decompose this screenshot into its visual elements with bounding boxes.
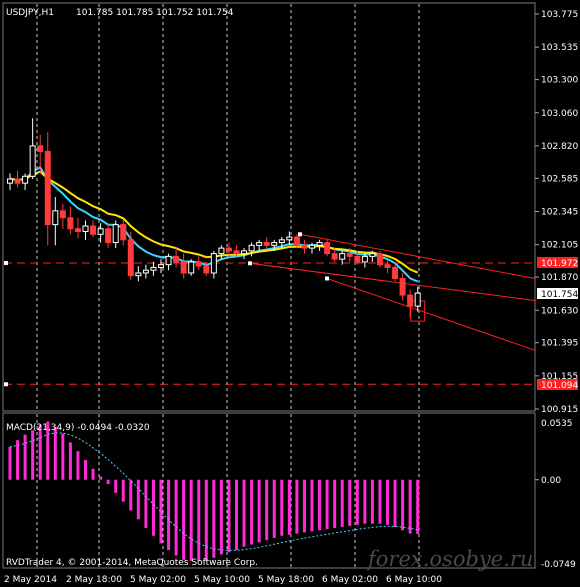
time-tick-label: 5 May 10:00	[194, 575, 250, 585]
candle-body	[324, 242, 331, 255]
time-tick-label: 2 May 18:00	[66, 575, 122, 585]
candle-body	[210, 253, 217, 274]
candle-body	[67, 217, 74, 230]
candle-body	[218, 247, 225, 255]
candle-body	[399, 277, 406, 296]
price-tick-label: 103.300	[541, 76, 578, 86]
candle-body	[271, 242, 278, 246]
time-axis: 2 May 2014 2 May 18:00 5 May 02:00 5 May 10…	[4, 575, 442, 585]
candle-body	[120, 224, 127, 241]
price-tick-label: 103.060	[541, 109, 578, 119]
low-line-price: 101.094	[541, 381, 578, 391]
candle-body	[233, 250, 240, 255]
price-tick-label: 100.915	[541, 405, 578, 415]
candle-body	[263, 242, 270, 246]
price-tick-label: 102.820	[541, 142, 578, 152]
candle-body	[278, 239, 285, 244]
macd-top-tick: 0.0535	[541, 419, 573, 429]
candle-body	[414, 292, 421, 307]
candle-body	[407, 294, 414, 307]
candle-body	[14, 178, 21, 184]
price-tick-label: 102.105	[541, 241, 578, 251]
time-tick-label: 5 May 02:00	[130, 575, 186, 585]
candle-body	[241, 250, 248, 255]
candle-body	[135, 272, 142, 277]
candle-body	[37, 145, 44, 152]
macd-bottom-tick: -0.0749	[541, 560, 576, 570]
candle-body	[97, 228, 104, 235]
candle-body	[127, 239, 134, 277]
price-tick-label: 103.775	[541, 10, 578, 20]
candle-body	[180, 261, 187, 274]
candle-body	[7, 178, 13, 184]
watermark: forex.osobye.ru	[366, 547, 533, 571]
time-tick-label: 5 May 18:00	[258, 575, 314, 585]
level-anchor	[4, 261, 8, 266]
candle-body	[90, 225, 97, 235]
time-tick-label: 6 May 02:00	[322, 575, 378, 585]
price-tick-label: 103.535	[541, 43, 578, 53]
time-tick-label: 6 May 10:00	[386, 575, 442, 585]
candle-body	[165, 255, 172, 266]
price-tick-label: 101.630	[541, 306, 578, 316]
candle-body	[384, 264, 391, 268]
candle-body	[105, 228, 112, 244]
candle-body	[248, 244, 255, 252]
price-tick-label: 101.395	[541, 339, 578, 349]
candle-body	[392, 266, 399, 279]
candle-body	[150, 266, 157, 271]
candle-body	[82, 225, 89, 233]
candle-body	[286, 236, 293, 241]
candle-body	[158, 264, 164, 268]
chart-symbol-label: USDJPY,H1	[6, 8, 54, 18]
candle-body	[346, 253, 353, 257]
candle-body	[301, 244, 308, 249]
candle-body	[195, 261, 202, 267]
candle-body	[309, 244, 315, 249]
channel-anchor	[298, 232, 302, 237]
price-tick-label: 102.585	[541, 174, 578, 184]
price-tick-label: 102.345	[541, 208, 578, 218]
candle-body	[74, 228, 81, 233]
candle-body	[203, 265, 210, 274]
candle-body	[173, 255, 180, 263]
current-price-label: 101.754	[541, 290, 578, 300]
candle-body	[316, 242, 323, 246]
macd-label: MACD(21,34,9) -0.0494 -0.0320	[6, 423, 150, 433]
channel-anchor	[325, 276, 329, 281]
macd-zero-tick: 0.00	[541, 476, 561, 486]
candle-body	[339, 253, 346, 260]
chart-ohlc-readout: 101.785 101.785 101.752 101.754	[76, 8, 234, 18]
channel-anchor	[248, 261, 252, 266]
candle-body	[29, 145, 36, 177]
candle-body	[52, 210, 59, 226]
candle-body	[369, 253, 376, 257]
candle-body	[354, 255, 361, 263]
candle-body	[188, 261, 195, 274]
candle-body	[22, 175, 29, 184]
candle-body	[44, 150, 51, 226]
copyright-text: RVDTrader 4, © 2001-2014, MetaQuotes Sof…	[6, 558, 258, 568]
time-tick-label: 2 May 2014	[4, 575, 57, 585]
candle-body	[293, 236, 300, 246]
price-tick-label: 101.870	[541, 273, 578, 283]
candle-body	[112, 224, 119, 244]
candle-body	[142, 269, 149, 274]
bid-line-price: 101.972	[541, 259, 578, 269]
candle-body	[361, 255, 368, 263]
candle-body	[256, 242, 263, 246]
candle-body	[376, 253, 383, 266]
candle-body	[225, 247, 232, 252]
chart-canvas: 103.775 103.535 103.300 103.060 102.820 102.5…	[0, 0, 580, 587]
candle-body	[59, 210, 66, 219]
level-anchor	[4, 382, 8, 387]
candle-body	[331, 253, 338, 260]
